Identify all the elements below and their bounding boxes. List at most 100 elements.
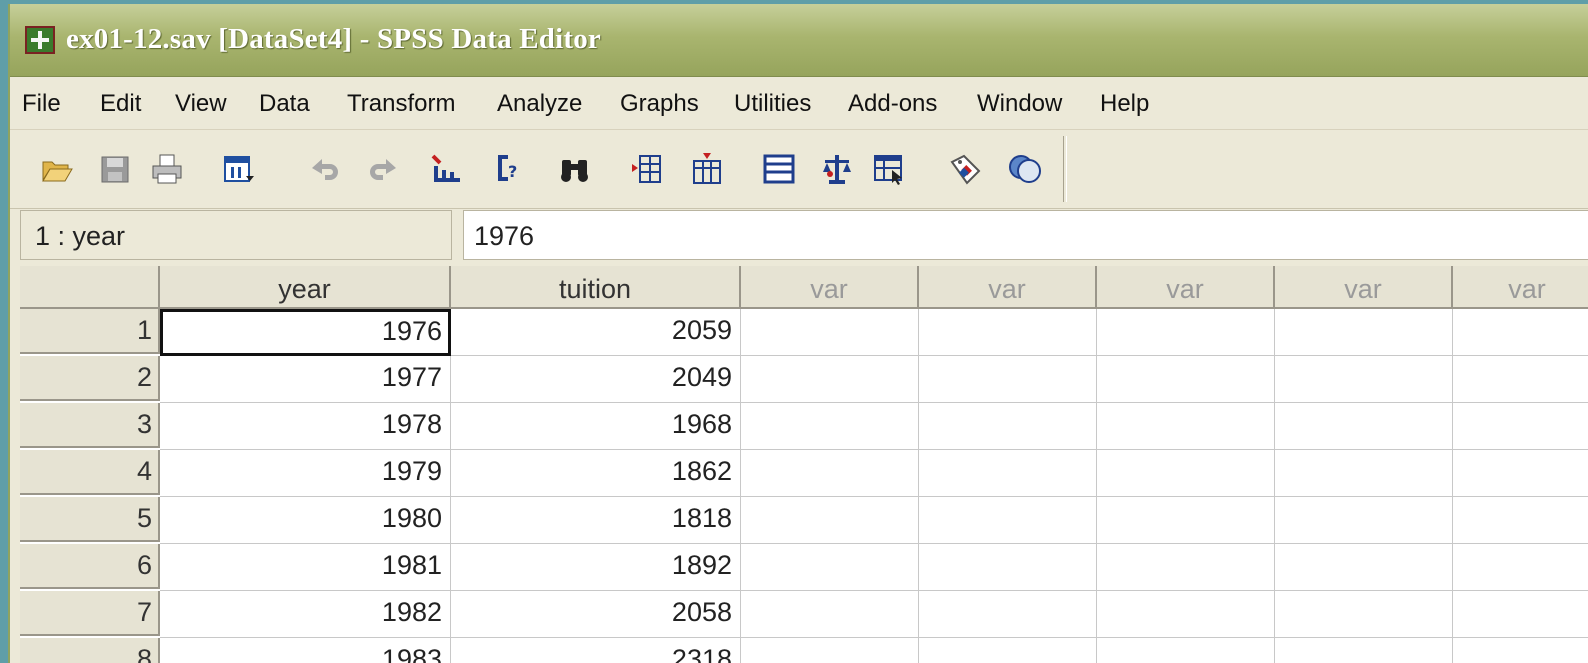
row-header[interactable]: 5 <box>20 497 160 542</box>
cell-empty[interactable] <box>919 309 1097 356</box>
cell-empty[interactable] <box>919 591 1097 638</box>
row-header[interactable]: 7 <box>20 591 160 636</box>
cell-empty[interactable] <box>1453 450 1588 497</box>
cell-empty[interactable] <box>741 403 919 450</box>
menu-edit[interactable]: Edit <box>100 90 141 118</box>
cell-empty[interactable] <box>1275 309 1453 356</box>
spss-app-icon[interactable] <box>25 26 55 54</box>
variables-icon[interactable]: ? <box>493 152 527 186</box>
cell-empty[interactable] <box>1097 591 1275 638</box>
cell-empty[interactable] <box>1453 309 1588 356</box>
cell-empty[interactable] <box>741 356 919 403</box>
cell-empty[interactable] <box>1453 591 1588 638</box>
cell-empty[interactable] <box>1097 638 1275 663</box>
menu-help[interactable]: Help <box>1100 90 1149 118</box>
cell-year[interactable]: 1980 <box>160 497 451 544</box>
cell-empty[interactable] <box>741 309 919 356</box>
cell-empty[interactable] <box>1097 403 1275 450</box>
menu-view[interactable]: View <box>175 90 227 118</box>
cell-empty[interactable] <box>741 591 919 638</box>
cell-empty[interactable] <box>1097 309 1275 356</box>
split-file-icon[interactable] <box>762 152 796 186</box>
dialog-recall-icon[interactable] <box>222 152 256 186</box>
undo-icon[interactable] <box>308 152 342 186</box>
grid-corner[interactable] <box>20 266 160 309</box>
column-header-var[interactable]: var <box>741 266 919 309</box>
find-icon[interactable] <box>558 152 592 186</box>
cell-empty[interactable] <box>1097 450 1275 497</box>
cell-empty[interactable] <box>1453 403 1588 450</box>
cell-empty[interactable] <box>1275 497 1453 544</box>
weight-cases-icon[interactable] <box>820 152 854 186</box>
cell-year[interactable]: 1978 <box>160 403 451 450</box>
title-bar[interactable]: ex01-12.sav [DataSet4] - SPSS Data Edito… <box>10 4 1588 77</box>
cell-empty[interactable] <box>919 356 1097 403</box>
menu-transform[interactable]: Transform <box>347 90 455 118</box>
use-sets-icon[interactable] <box>1008 152 1042 186</box>
redo-icon[interactable] <box>366 152 400 186</box>
menu-utilities[interactable]: Utilities <box>734 90 811 118</box>
select-cases-icon[interactable] <box>872 152 906 186</box>
save-icon[interactable] <box>98 152 132 186</box>
menu-file[interactable]: File <box>22 90 61 118</box>
cell-year[interactable]: 1981 <box>160 544 451 591</box>
cell-empty[interactable] <box>919 544 1097 591</box>
cell-year[interactable]: 1979 <box>160 450 451 497</box>
cell-tuition[interactable]: 1862 <box>451 450 741 497</box>
cell-empty[interactable] <box>1275 403 1453 450</box>
menu-add-ons[interactable]: Add-ons <box>848 90 937 118</box>
cell-year[interactable]: 1977 <box>160 356 451 403</box>
cell-empty[interactable] <box>1453 497 1588 544</box>
cell-year[interactable]: 1976 <box>160 309 451 356</box>
column-header-year[interactable]: year <box>160 266 451 309</box>
cell-empty[interactable] <box>1275 591 1453 638</box>
cell-empty[interactable] <box>1453 356 1588 403</box>
column-header-var[interactable]: var <box>1453 266 1588 309</box>
value-labels-icon[interactable] <box>948 152 982 186</box>
cell-empty[interactable] <box>741 544 919 591</box>
cell-empty[interactable] <box>1275 450 1453 497</box>
menu-window[interactable]: Window <box>977 90 1062 118</box>
cell-empty[interactable] <box>1275 544 1453 591</box>
cell-empty[interactable] <box>1275 356 1453 403</box>
cell-tuition[interactable]: 2318 <box>451 638 741 663</box>
insert-cases-icon[interactable] <box>630 152 664 186</box>
cell-empty[interactable] <box>919 403 1097 450</box>
cell-tuition[interactable]: 1818 <box>451 497 741 544</box>
cell-empty[interactable] <box>919 497 1097 544</box>
row-header[interactable]: 8 <box>20 638 160 663</box>
row-header[interactable]: 2 <box>20 356 160 401</box>
cell-empty[interactable] <box>1453 638 1588 663</box>
cell-editor-input[interactable]: 1976 <box>463 210 1588 260</box>
row-header[interactable]: 6 <box>20 544 160 589</box>
cell-tuition[interactable]: 2058 <box>451 591 741 638</box>
cell-tuition[interactable]: 2049 <box>451 356 741 403</box>
menu-graphs[interactable]: Graphs <box>620 90 699 118</box>
column-header-tuition[interactable]: tuition <box>451 266 741 309</box>
cell-year[interactable]: 1982 <box>160 591 451 638</box>
cell-empty[interactable] <box>1097 544 1275 591</box>
column-header-var[interactable]: var <box>919 266 1097 309</box>
cell-empty[interactable] <box>919 638 1097 663</box>
cell-empty[interactable] <box>1097 356 1275 403</box>
row-header[interactable]: 4 <box>20 450 160 495</box>
cell-empty[interactable] <box>1275 638 1453 663</box>
cell-empty[interactable] <box>741 497 919 544</box>
row-header[interactable]: 3 <box>20 403 160 448</box>
menu-analyze[interactable]: Analyze <box>497 90 582 118</box>
cell-tuition[interactable]: 1892 <box>451 544 741 591</box>
goto-case-icon[interactable] <box>430 152 464 186</box>
cell-empty[interactable] <box>741 638 919 663</box>
column-header-var[interactable]: var <box>1097 266 1275 309</box>
cell-tuition[interactable]: 2059 <box>451 309 741 356</box>
row-header[interactable]: 1 <box>20 309 160 354</box>
cell-empty[interactable] <box>1097 497 1275 544</box>
menu-data[interactable]: Data <box>259 90 310 118</box>
insert-variable-icon[interactable] <box>690 152 724 186</box>
column-header-var[interactable]: var <box>1275 266 1453 309</box>
cell-empty[interactable] <box>741 450 919 497</box>
open-icon[interactable] <box>40 152 74 186</box>
cell-tuition[interactable]: 1968 <box>451 403 741 450</box>
print-icon[interactable] <box>150 152 184 186</box>
cell-year[interactable]: 1983 <box>160 638 451 663</box>
